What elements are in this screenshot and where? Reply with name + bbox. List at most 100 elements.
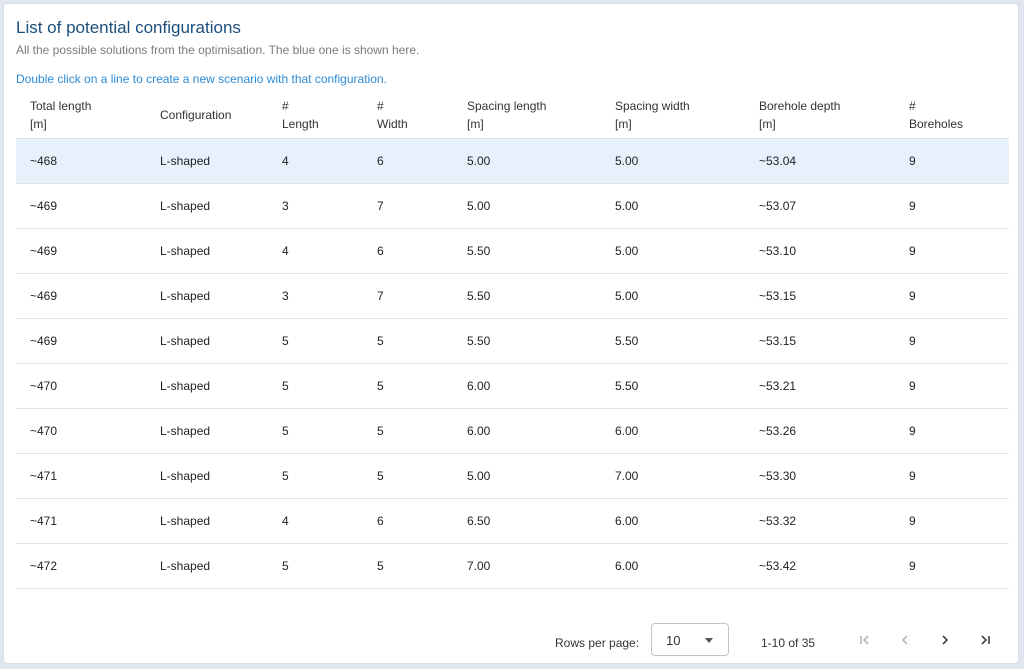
rows-per-page-label: Rows per page: [555,636,640,650]
next-page-button[interactable] [935,630,955,650]
pagination-range: 1-10 of 35 [761,636,816,650]
dropdown-caret-icon [705,638,713,643]
cell-total-length: ~469 [16,273,146,319]
cell-num-boreholes: 9 [895,138,1009,184]
table-row[interactable]: ~471 L-shaped 4 6 6.50 6.00 ~53.32 9 [16,498,1009,544]
cell-num-boreholes: 9 [895,318,1009,364]
next-page-icon [942,635,949,645]
cell-spacing-length: 7.00 [453,543,601,589]
cell-spacing-length: 5.50 [453,273,601,319]
cell-num-width: 7 [363,183,453,229]
cell-num-length: 5 [268,318,363,364]
cell-num-length: 5 [268,453,363,499]
cell-borehole-depth: ~53.42 [745,543,895,589]
cell-num-boreholes: 9 [895,183,1009,229]
table-row[interactable]: ~468 L-shaped 4 6 5.00 5.00 ~53.04 9 [16,138,1009,184]
cell-num-length: 4 [268,138,363,184]
cell-num-boreholes: 9 [895,273,1009,319]
rows-per-page-value: 10 [666,633,681,648]
cell-spacing-width: 5.00 [601,273,745,319]
cell-num-width: 5 [363,408,453,454]
rows-per-page-select[interactable]: 10 [651,623,729,656]
cell-borehole-depth: ~53.32 [745,498,895,544]
cell-num-width: 7 [363,273,453,319]
cell-spacing-width: 6.00 [601,498,745,544]
cell-num-boreholes: 9 [895,498,1009,544]
cell-spacing-width: 5.00 [601,183,745,229]
column-header-num-width[interactable]: # Width [363,92,453,139]
column-header-spacing-length[interactable]: Spacing length [m] [453,92,601,139]
table-header-row: Total length [m] Configuration # Length # W… [16,92,1009,139]
cell-configuration: L-shaped [146,543,268,589]
cell-total-length: ~469 [16,318,146,364]
pagination-bar: Rows per page: 10 1-10 of 35 [4,622,1020,662]
cell-spacing-length: 5.00 [453,183,601,229]
column-header-num-length[interactable]: # Length [268,92,363,139]
cell-num-length: 5 [268,363,363,409]
table-row[interactable]: ~469 L-shaped 5 5 5.50 5.50 ~53.15 9 [16,318,1009,364]
cell-configuration: L-shaped [146,498,268,544]
cell-spacing-length: 6.00 [453,363,601,409]
table-row[interactable]: ~469 L-shaped 3 7 5.00 5.00 ~53.07 9 [16,183,1009,229]
table-row[interactable]: ~469 L-shaped 4 6 5.50 5.00 ~53.10 9 [16,228,1009,274]
table-row[interactable]: ~471 L-shaped 5 5 5.00 7.00 ~53.30 9 [16,453,1009,499]
cell-configuration: L-shaped [146,138,268,184]
cell-total-length: ~468 [16,138,146,184]
cell-spacing-width: 6.00 [601,408,745,454]
page-title: List of potential configurations [16,18,241,37]
page-subtitle: All the possible solutions from the opti… [16,43,420,57]
cell-configuration: L-shaped [146,273,268,319]
cell-spacing-length: 5.50 [453,318,601,364]
first-page-icon [860,635,869,645]
table-row[interactable]: ~469 L-shaped 3 7 5.50 5.00 ~53.15 9 [16,273,1009,319]
cell-total-length: ~471 [16,453,146,499]
cell-total-length: ~472 [16,543,146,589]
previous-page-button[interactable] [895,630,915,650]
cell-borehole-depth: ~53.10 [745,228,895,274]
cell-configuration: L-shaped [146,228,268,274]
table-row[interactable]: ~470 L-shaped 5 5 6.00 5.50 ~53.21 9 [16,363,1009,409]
cell-spacing-width: 5.50 [601,363,745,409]
column-header-configuration[interactable]: Configuration [146,92,268,139]
cell-spacing-width: 5.50 [601,318,745,364]
cell-spacing-length: 5.50 [453,228,601,274]
cell-spacing-width: 5.00 [601,228,745,274]
column-header-borehole-depth[interactable]: Borehole depth [m] [745,92,895,139]
cell-num-length: 5 [268,543,363,589]
spacer-cell [16,589,1009,604]
cell-num-length: 3 [268,273,363,319]
instruction-hint: Double click on a line to create a new s… [16,72,387,86]
table-row[interactable]: ~470 L-shaped 5 5 6.00 6.00 ~53.26 9 [16,408,1009,454]
cell-spacing-width: 6.00 [601,543,745,589]
last-page-button[interactable] [975,630,995,650]
cell-num-width: 5 [363,453,453,499]
column-header-total-length[interactable]: Total length [m] [16,92,146,139]
cell-num-length: 5 [268,408,363,454]
cell-borehole-depth: ~53.30 [745,453,895,499]
cell-spacing-length: 6.50 [453,498,601,544]
cell-configuration: L-shaped [146,183,268,229]
cell-num-boreholes: 9 [895,453,1009,499]
previous-page-icon [901,635,908,645]
cell-borehole-depth: ~53.15 [745,318,895,364]
cell-num-length: 3 [268,183,363,229]
column-header-spacing-width[interactable]: Spacing width [m] [601,92,745,139]
cell-borehole-depth: ~53.04 [745,138,895,184]
table-row[interactable]: ~472 L-shaped 5 5 7.00 6.00 ~53.42 9 [16,543,1009,589]
cell-total-length: ~469 [16,228,146,274]
cell-num-boreholes: 9 [895,228,1009,274]
configurations-table: Total length [m] Configuration # Length # W… [16,92,1009,603]
cell-num-boreholes: 9 [895,363,1009,409]
first-page-button[interactable] [855,630,875,650]
cell-borehole-depth: ~53.07 [745,183,895,229]
cell-borehole-depth: ~53.15 [745,273,895,319]
cell-num-boreholes: 9 [895,408,1009,454]
cell-spacing-length: 5.00 [453,138,601,184]
cell-total-length: ~469 [16,183,146,229]
cell-borehole-depth: ~53.21 [745,363,895,409]
configurations-card: List of potential configurations All the… [3,3,1019,664]
column-header-num-boreholes[interactable]: # Boreholes [895,92,1009,139]
cell-configuration: L-shaped [146,363,268,409]
cell-spacing-length: 6.00 [453,408,601,454]
cell-num-width: 5 [363,318,453,364]
